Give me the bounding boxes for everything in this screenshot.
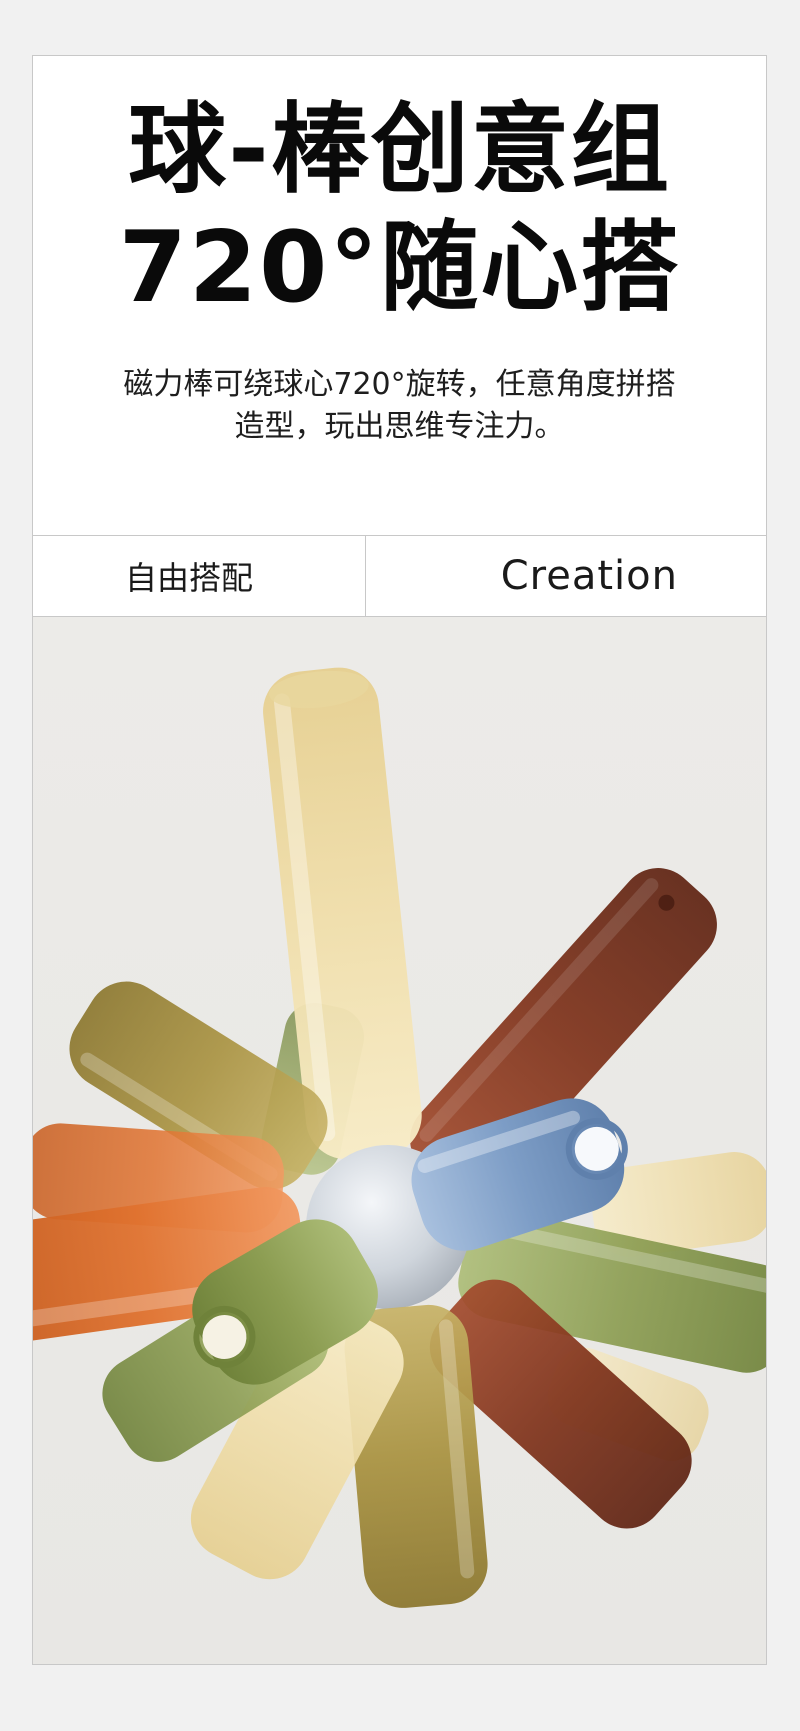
feature-bar: 自由搭配 Creation: [33, 535, 766, 617]
description: 磁力棒可绕球心720°旋转，任意角度拼搭 造型，玩出思维专注力。: [33, 364, 766, 448]
title-line-1: 球-棒创意组: [128, 93, 671, 207]
hero-section: 球-棒创意组 720°随心搭 磁力棒可绕球心720°旋转，任意角度拼搭 造型，玩…: [33, 56, 766, 536]
feature-label-en: Creation: [500, 553, 678, 599]
description-line-2: 造型，玩出思维专注力。: [234, 409, 565, 444]
title-line-2: 720°随心搭: [118, 211, 681, 325]
feature-label-cn: 自由搭配: [33, 536, 366, 616]
page-title: 球-棒创意组 720°随心搭: [33, 91, 766, 327]
product-photo: [33, 617, 766, 1664]
product-card: 球-棒创意组 720°随心搭 磁力棒可绕球心720°旋转，任意角度拼搭 造型，玩…: [32, 55, 767, 1665]
magnetic-rods-ball-image: [33, 667, 766, 1608]
description-line-1: 磁力棒可绕球心720°旋转，任意角度拼搭: [123, 367, 676, 402]
